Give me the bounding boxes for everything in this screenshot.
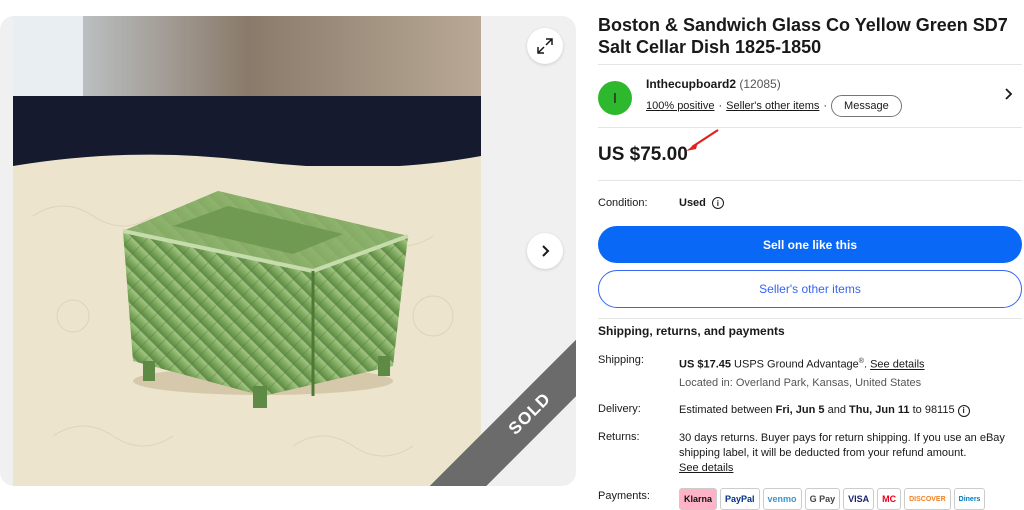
item-location: Located in: Overland Park, Kansas, Unite… [679,377,922,389]
info-icon[interactable]: i [957,404,970,417]
delivery-and: and [827,404,846,416]
delivery-end: Thu, Jun 11 [849,404,910,416]
venmo-icon: venmo [762,488,802,510]
sellers-other-items-button[interactable]: Seller's other items [598,270,1022,308]
delivery-value: Estimated between Fri, Jun 5 and Thu, Ju… [679,403,1024,418]
shipping-heading: Shipping, returns, and payments [598,324,785,338]
trademark: ® [858,358,864,365]
mastercard-icon: MC [877,488,902,510]
seller-name-row[interactable]: Inthecupboard2 (12085) [646,77,781,91]
item-title: Boston & Sandwich Glass Co Yellow Green … [598,15,1008,57]
item-price: US $75.00 [598,144,688,165]
shipping-value: US $17.45 USPS Ground Advantage®. See de… [679,358,925,371]
klarna-icon: Klarna [679,488,718,510]
condition-value: Used i [679,197,724,209]
returns-label: Returns: [598,431,640,443]
returns-value: 30 days returns. Buyer pays for return s… [679,431,1024,476]
returns-text: 30 days returns. Buyer pays for return s… [679,432,1005,459]
chevron-right-icon[interactable] [1004,87,1014,106]
delivery-start: Fri, Jun 5 [775,404,825,416]
image-gallery: SOLD [0,16,576,486]
dot-separator: · [823,100,828,112]
discover-icon: DISCOVER [904,488,951,510]
visa-icon: VISA [843,488,875,510]
delivery-prefix: Estimated between [679,404,773,416]
avatar[interactable]: I [598,81,632,115]
seller-card[interactable]: I Inthecupboard2 (12085) 100% positive ·… [598,64,1022,128]
glass-dish-image [13,16,481,486]
shipping-label: Shipping: [598,354,644,366]
divider [598,318,1022,319]
delivery-zip: to 98115 [912,404,955,416]
chevron-right-icon [542,245,550,257]
info-icon[interactable]: i [711,197,724,209]
returns-see-details-link[interactable]: See details [679,462,733,474]
expand-icon[interactable] [527,28,563,64]
red-arrow-annotation [686,129,719,151]
next-image-button[interactable] [527,233,563,269]
see-details-link[interactable]: See details [870,359,924,371]
positive-feedback-link[interactable]: 100% positive [646,100,715,112]
shipping-price: US $17.45 [679,358,731,371]
paypal-icon: PayPal [720,488,760,510]
feedback-count: (12085) [739,77,781,91]
condition-text: Used [679,197,706,209]
product-photo[interactable] [13,16,481,486]
delivery-label: Delivery: [598,403,641,415]
diners-club-icon: Diners [953,488,986,510]
payments-label: Payments: [598,490,650,502]
payment-methods: Klarna PayPal venmo G Pay VISA MC DISCOV… [679,488,986,510]
google-pay-icon: G Pay [804,488,841,510]
seller-links: 100% positive · Seller's other items · M… [646,95,902,117]
dot-separator: · [718,100,723,112]
sell-one-like-this-button[interactable]: Sell one like this [598,226,1022,263]
message-button[interactable]: Message [831,95,902,117]
seller-name[interactable]: Inthecupboard2 [646,77,736,91]
divider [598,180,1022,181]
condition-label: Condition: [598,197,648,209]
seller-other-items-link[interactable]: Seller's other items [726,100,819,112]
shipping-service: USPS Ground Advantage [734,358,859,371]
